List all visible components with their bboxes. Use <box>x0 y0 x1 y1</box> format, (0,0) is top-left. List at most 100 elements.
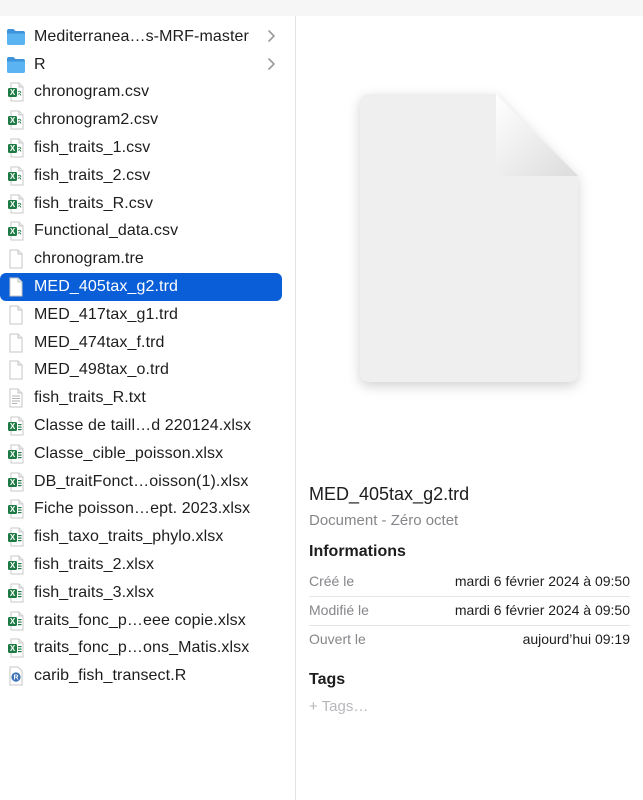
file-list: Mediterranea…s-MRF-master R Xchronogram.cs… <box>0 23 295 690</box>
svg-text:X: X <box>10 645 16 654</box>
file-name: fish_traits_3.xlsx <box>34 583 155 601</box>
info-value: mardi 6 février 2024 à 09:50 <box>454 573 630 589</box>
svg-text:X: X <box>10 89 16 98</box>
file-name: fish_traits_2.xlsx <box>34 556 155 574</box>
file-name: chronogram2.csv <box>34 111 159 129</box>
file-row[interactable]: fish_traits_R.txt <box>0 384 282 412</box>
svg-text:X: X <box>10 144 16 153</box>
preview-kind-size: Document - Zéro octet <box>309 512 459 529</box>
svg-text:R: R <box>13 675 18 682</box>
file-name: R <box>34 55 46 73</box>
xlsx-file-icon: X <box>6 638 26 658</box>
csv-file-icon: X <box>6 138 26 158</box>
file-row[interactable]: Rcarib_fish_transect.R <box>0 662 282 690</box>
file-row[interactable]: Xchronogram2.csv <box>0 106 282 134</box>
file-name: Classe de taill…d 220124.xlsx <box>34 417 252 435</box>
svg-text:X: X <box>10 200 16 209</box>
file-name: traits_fonc_p…eee copie.xlsx <box>34 611 246 629</box>
file-name: carib_fish_transect.R <box>34 667 187 685</box>
blank-file-icon <box>6 249 26 269</box>
file-row-selected[interactable]: MED_405tax_g2.trd <box>0 273 282 301</box>
xlsx-file-icon: X <box>6 611 26 631</box>
file-row[interactable]: chronogram.tre <box>0 245 282 273</box>
info-row-opened: Ouvert le aujourd’hui 09:19 <box>309 625 630 654</box>
preview-pane: MED_405tax_g2.trd Document - Zéro octet … <box>296 16 643 800</box>
file-name: MED_474tax_f.trd <box>34 333 165 351</box>
file-name: fish_taxo_traits_phylo.xlsx <box>34 528 224 546</box>
svg-text:X: X <box>10 561 16 570</box>
csv-file-icon: X <box>6 82 26 102</box>
file-row[interactable]: Xtraits_fonc_p…ons_Matis.xlsx <box>0 635 282 663</box>
folder-icon <box>6 55 26 75</box>
tags-section-title: Tags <box>309 671 346 688</box>
file-row[interactable]: Mediterranea…s-MRF-master <box>0 23 282 51</box>
svg-text:X: X <box>10 422 16 431</box>
file-name: fish_traits_2.csv <box>34 166 151 184</box>
file-name: Classe_cible_poisson.xlsx <box>34 444 224 462</box>
file-name: chronogram.tre <box>34 250 144 268</box>
text-file-icon <box>6 388 26 408</box>
svg-text:X: X <box>10 172 16 181</box>
file-name: fish_traits_R.csv <box>34 194 154 212</box>
file-row[interactable]: R <box>0 51 282 79</box>
svg-text:X: X <box>10 228 16 237</box>
csv-file-icon: X <box>6 110 26 130</box>
file-row[interactable]: X Fiche poisson…ept. 2023.xlsx <box>0 496 282 524</box>
file-row[interactable]: Xfish_taxo_traits_phylo.xlsx <box>0 523 282 551</box>
info-key: Ouvert le <box>309 631 366 647</box>
file-row[interactable]: Xchronogram.csv <box>0 79 282 107</box>
xlsx-file-icon: X <box>6 472 26 492</box>
info-value: mardi 6 février 2024 à 09:50 <box>454 602 630 618</box>
xlsx-file-icon: X <box>6 555 26 575</box>
file-row[interactable]: MED_474tax_f.trd <box>0 329 282 357</box>
file-list-pane: Mediterranea…s-MRF-master R Xchronogram.cs… <box>0 16 295 800</box>
file-name: chronogram.csv <box>34 83 150 101</box>
file-row[interactable]: X Functional_data.csv <box>0 218 282 246</box>
chevron-right-icon <box>266 57 276 71</box>
info-key: Créé le <box>309 573 355 589</box>
file-name: fish_traits_1.csv <box>34 139 151 157</box>
file-row[interactable]: Xfish_traits_1.csv <box>0 134 282 162</box>
xlsx-file-icon: X <box>6 583 26 603</box>
xlsx-file-icon: X <box>6 416 26 436</box>
info-row-created: Créé le mardi 6 février 2024 à 09:50 <box>309 567 630 597</box>
file-row[interactable]: Xfish_traits_2.csv <box>0 162 282 190</box>
svg-text:X: X <box>10 533 16 542</box>
document-thumbnail-icon <box>360 94 578 382</box>
preview-filename: MED_405tax_g2.trd <box>309 484 470 504</box>
file-row[interactable]: MED_417tax_g1.trd <box>0 301 282 329</box>
xlsx-file-icon: X <box>6 444 26 464</box>
folder-icon <box>6 27 26 47</box>
file-row[interactable]: Xtraits_fonc_p…eee copie.xlsx <box>0 607 282 635</box>
csv-file-icon: X <box>6 221 26 241</box>
info-section-title: Informations <box>309 543 406 560</box>
file-name: MED_405tax_g2.trd <box>34 278 179 296</box>
info-key: Modifié le <box>309 602 369 618</box>
file-row[interactable]: Xfish_traits_2.xlsx <box>0 551 282 579</box>
file-name: fish_traits_R.txt <box>34 389 146 407</box>
blank-file-icon <box>6 333 26 353</box>
file-row[interactable]: Xfish_traits_3.xlsx <box>0 579 282 607</box>
file-row[interactable]: X Classe de taill…d 220124.xlsx <box>0 412 282 440</box>
svg-text:X: X <box>10 478 16 487</box>
blank-file-icon <box>6 277 26 297</box>
file-name: traits_fonc_p…ons_Matis.xlsx <box>34 639 250 657</box>
add-tags-field[interactable]: + Tags… <box>309 698 368 715</box>
file-name: MED_417tax_g1.trd <box>34 305 179 323</box>
file-row[interactable]: MED_498tax_o.trd <box>0 357 282 385</box>
file-row[interactable]: X Classe_cible_poisson.xlsx <box>0 440 282 468</box>
file-name: DB_traitFonct…oisson(1).xlsx <box>34 472 249 490</box>
csv-file-icon: X <box>6 194 26 214</box>
svg-text:X: X <box>10 116 16 125</box>
file-name: Mediterranea…s-MRF-master <box>34 27 249 45</box>
file-name: MED_498tax_o.trd <box>34 361 170 379</box>
file-row[interactable]: Xfish_traits_R.csv <box>0 190 282 218</box>
info-value: aujourd’hui 09:19 <box>522 631 630 647</box>
window-top-bar <box>0 0 643 17</box>
r-file-icon: R <box>6 666 26 686</box>
file-row[interactable]: X DB_traitFonct…oisson(1).xlsx <box>0 468 282 496</box>
svg-text:X: X <box>10 617 16 626</box>
svg-text:X: X <box>10 589 16 598</box>
blank-file-icon <box>6 360 26 380</box>
file-name: Functional_data.csv <box>34 222 179 240</box>
